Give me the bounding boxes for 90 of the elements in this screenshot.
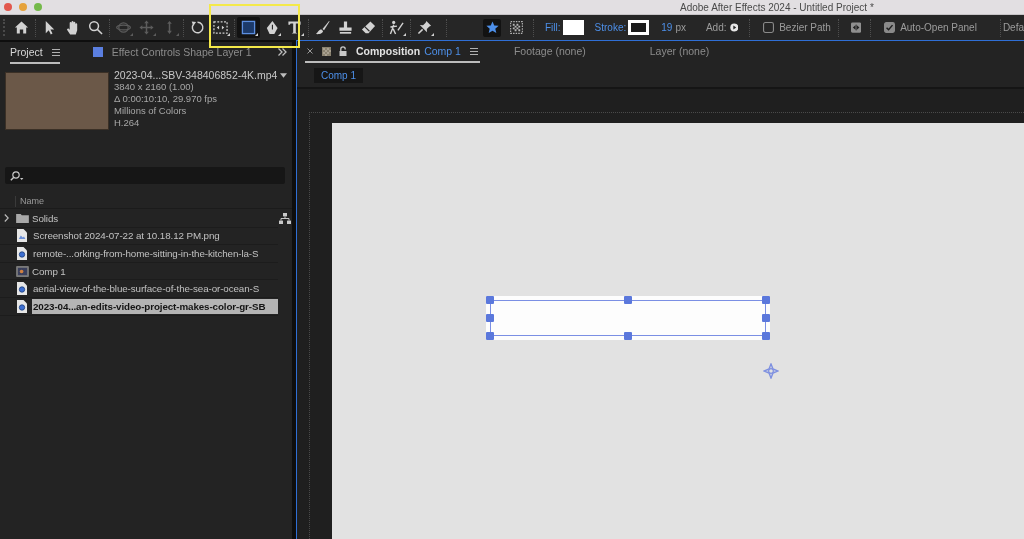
stroke-color-swatch[interactable] (628, 20, 650, 35)
resize-handle[interactable] (624, 332, 632, 340)
window-title: Adobe After Effects 2024 - Untitled Project * (680, 1, 874, 13)
text-icon (287, 20, 302, 35)
video-file-icon (17, 299, 27, 313)
checker-square-icon (509, 21, 523, 34)
resize-handle[interactable] (486, 296, 494, 304)
stroke-width-value[interactable]: 19 (661, 22, 673, 33)
project-item[interactable]: 2023-04...an-edits-video-project-makes-color-gr-SB (32, 298, 278, 314)
rotate-icon (190, 20, 205, 35)
home-icon (14, 20, 29, 35)
cursor-icon (763, 363, 779, 379)
stamp-icon (338, 20, 353, 35)
composition-icon (16, 265, 29, 277)
panel-tab[interactable]: Project (10, 46, 43, 58)
checkbox[interactable] (763, 22, 775, 33)
figure-brush-icon (389, 20, 404, 35)
add-label: Add: (705, 22, 727, 33)
mask-mode-button[interactable] (507, 18, 525, 37)
pen-icon (264, 20, 279, 35)
submenu-corner-icon (301, 33, 304, 36)
video-file-icon (17, 247, 27, 260)
rectangle-icon (241, 20, 256, 35)
submenu-corner-icon (278, 33, 281, 36)
hand-icon (65, 20, 80, 35)
dashed-frame-icon (213, 20, 228, 35)
submenu-corner-icon (130, 33, 133, 36)
fill-label: Fill: (545, 22, 561, 33)
footage-detail: 3840 x 2160 (1.00) (114, 81, 195, 93)
search-icon (10, 170, 24, 181)
rectangle-tool-button[interactable] (237, 17, 260, 38)
play-circle-icon[interactable] (729, 22, 739, 33)
caret-icon[interactable] (280, 72, 288, 78)
resize-handle[interactable] (486, 314, 494, 322)
lock-icon[interactable] (339, 46, 347, 56)
brush-icon (315, 20, 330, 35)
close-button[interactable] (4, 3, 12, 11)
panel-tab[interactable]: Layer (none) (649, 45, 710, 57)
resize-handle[interactable] (762, 314, 770, 322)
image-file-icon (17, 229, 27, 243)
submenu-corner-icon (403, 33, 406, 36)
panel-tab[interactable]: Effect Controls Shape Layer 1 (111, 46, 252, 58)
column-header[interactable]: Name (20, 196, 44, 206)
double-chevron-icon[interactable] (278, 48, 287, 56)
composition-icon (322, 46, 331, 56)
composition-breadcrumb[interactable]: Comp 1 (314, 67, 363, 83)
project-item[interactable]: Comp 1 (31, 263, 278, 279)
menu-icon[interactable] (469, 47, 478, 55)
folder-icon (16, 213, 29, 224)
orbit-icon (116, 20, 131, 35)
unit-label: px (675, 22, 686, 33)
eraser-icon (361, 20, 376, 35)
panel-tab[interactable]: Composition (356, 45, 421, 57)
workspace-label[interactable]: Defa (1002, 22, 1024, 33)
stroke-label: Stroke: (594, 22, 627, 33)
footage-detail: Δ 0:00:10:10, 29.970 fps (114, 93, 218, 105)
star-icon (485, 21, 499, 34)
checkbox-label[interactable]: Bezier Path (779, 22, 831, 33)
project-item[interactable]: aerial-view-of-the-blue-surface-of-the-sea-or-ocean-S (32, 281, 278, 297)
footage-name: 2023-04...SBV-348406852-4K.mp4 (114, 69, 278, 81)
composition-name[interactable]: Comp 1 (424, 45, 461, 57)
submenu-corner-icon (153, 33, 156, 36)
checkbox[interactable] (884, 22, 896, 33)
panel-tab[interactable]: Footage (none) (513, 45, 586, 57)
footage-detail: H.264 (114, 117, 141, 129)
move-arrows-icon (139, 20, 154, 35)
video-file-icon (17, 282, 27, 296)
footage-detail: Millions of Colors (114, 105, 188, 117)
checkbox-label[interactable]: Auto-Open Panel (900, 22, 977, 33)
flowchart-icon[interactable] (279, 213, 291, 224)
submenu-corner-icon (255, 33, 258, 36)
resize-handle[interactable] (762, 296, 770, 304)
submenu-corner-icon (227, 33, 230, 36)
resize-handle[interactable] (624, 296, 632, 304)
submenu-corner-icon (431, 33, 434, 36)
close-icon[interactable] (307, 48, 313, 54)
rectangle-shape[interactable] (486, 296, 770, 340)
magnifier-icon (88, 20, 103, 35)
fill-color-swatch[interactable] (562, 20, 584, 35)
resize-handle[interactable] (486, 332, 494, 340)
search-field[interactable] (5, 167, 285, 184)
project-item[interactable]: Screenshot 2024-07-22 at 10.18.12 PM.png (32, 228, 278, 244)
toggle-tile-icon[interactable] (850, 21, 862, 34)
menu-icon[interactable] (51, 48, 60, 56)
submenu-corner-icon (176, 33, 179, 36)
shape-mode-button[interactable] (483, 18, 501, 37)
project-item[interactable]: Solids (31, 210, 278, 226)
project-item[interactable]: remote-...orking-from-home-sitting-in-the-kitchen-la-S (32, 246, 278, 261)
resize-handle[interactable] (762, 332, 770, 340)
pin-icon (417, 20, 432, 35)
